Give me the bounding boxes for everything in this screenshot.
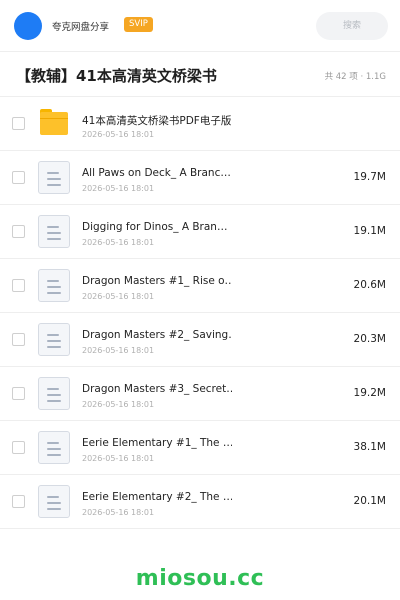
file-date: 2026-05-16 18:01 [82,346,155,355]
file-size: 20.6M [353,279,386,291]
file-name: Dragon Masters #2_ Saving… [82,329,232,341]
select-checkbox[interactable] [12,495,25,508]
file-size: 20.3M [353,333,386,345]
avatar[interactable] [14,12,42,40]
file-name: 41本高清英文桥梁书PDF电子版 [82,115,232,127]
file-size: 19.1M [353,225,386,237]
folder-icon [40,109,68,135]
document-icon [38,377,70,410]
select-checkbox[interactable] [12,441,25,454]
svip-badge: SVIP [124,17,153,32]
select-checkbox[interactable] [12,387,25,400]
list-item[interactable]: Eerie Elementary #1_ The … 2026-05-16 18… [0,421,400,475]
list-item[interactable]: 41本高清英文桥梁书PDF电子版 2026-05-16 18:01 [0,97,400,151]
file-date: 2026-05-16 18:01 [82,454,155,463]
file-size: 38.1M [353,441,386,453]
file-name: Dragon Masters #1_ Rise o… [82,275,232,287]
select-checkbox[interactable] [12,171,25,184]
top-bar: 夸克网盘分享 SVIP 搜索 [0,0,400,52]
file-date: 2026-05-16 18:01 [82,130,155,139]
select-checkbox[interactable] [12,333,25,346]
document-icon [38,215,70,248]
list-item[interactable]: Dragon Masters #1_ Rise o… 2026-05-16 18… [0,259,400,313]
watermark: miosou.cc [135,566,265,591]
file-name: Eerie Elementary #2_ The … [82,491,232,503]
list-item[interactable]: All Paws on Deck_ A Branc… 2026-05-16 18… [0,151,400,205]
list-item[interactable]: Dragon Masters #2_ Saving… 2026-05-16 18… [0,313,400,367]
select-checkbox[interactable] [12,225,25,238]
file-name: Eerie Elementary #1_ The … [82,437,232,449]
file-name: All Paws on Deck_ A Branc… [82,167,231,179]
list-item[interactable]: Digging for Dinos_ A Bran… 2026-05-16 18… [0,205,400,259]
file-date: 2026-05-16 18:01 [82,238,155,247]
document-icon [38,431,70,464]
file-name: Digging for Dinos_ A Bran… [82,221,228,233]
document-icon [38,485,70,518]
file-size: 19.2M [353,387,386,399]
file-date: 2026-05-16 18:01 [82,508,155,517]
page-title: 【教辅】41本高清英文桥梁书 [16,67,217,85]
document-icon [38,323,70,356]
file-date: 2026-05-16 18:01 [82,400,155,409]
list-item[interactable]: Eerie Elementary #2_ The … 2026-05-16 18… [0,475,400,529]
select-checkbox[interactable] [12,117,25,130]
list-item[interactable]: Dragon Masters #3_ Secret… 2026-05-16 18… [0,367,400,421]
file-size: 19.7M [353,171,386,183]
file-date: 2026-05-16 18:01 [82,292,155,301]
document-icon [38,269,70,302]
select-checkbox[interactable] [12,279,25,292]
document-icon [38,161,70,194]
file-name: Dragon Masters #3_ Secret… [82,383,232,395]
app-name: 夸克网盘分享 [52,22,110,33]
file-date: 2026-05-16 18:01 [82,184,155,193]
file-size: 20.1M [353,495,386,507]
file-list: 41本高清英文桥梁书PDF电子版 2026-05-16 18:01 All Pa… [0,97,400,529]
folder-meta: 共 42 项 · 1.1G [324,72,386,82]
search-input[interactable]: 搜索 [316,12,388,40]
